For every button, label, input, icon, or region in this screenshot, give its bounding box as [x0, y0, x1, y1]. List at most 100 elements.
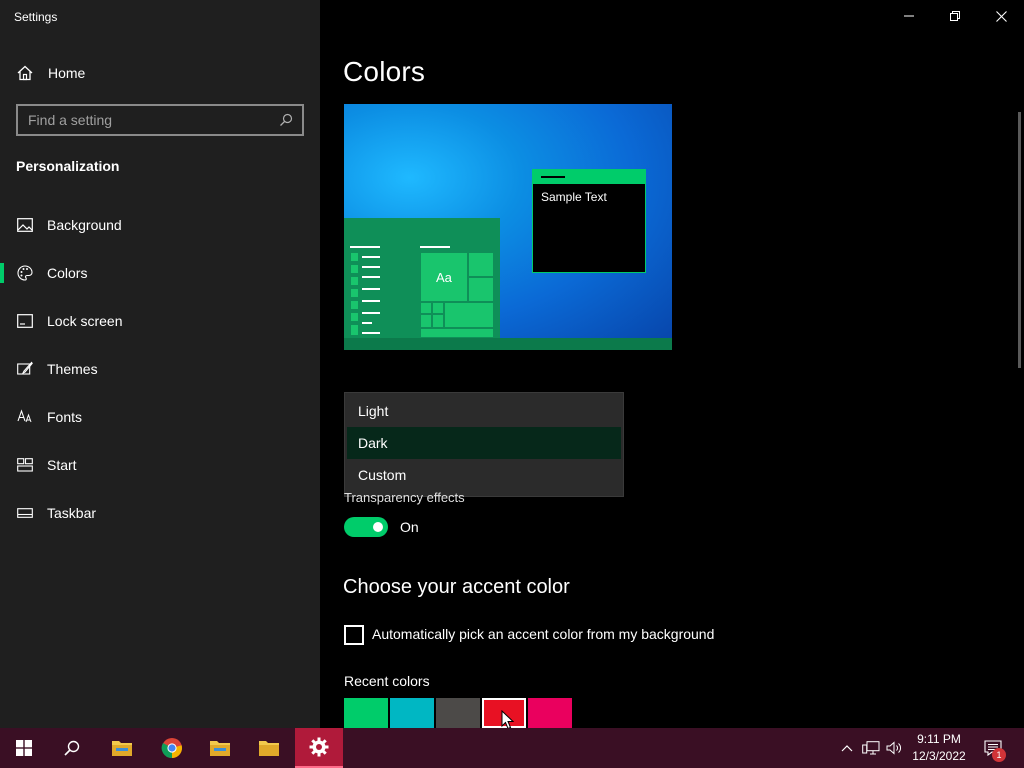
- close-icon: [995, 10, 1007, 22]
- preview-line: [362, 300, 380, 302]
- settings-icon: [309, 737, 329, 757]
- transparency-label: Transparency effects: [344, 490, 465, 505]
- action-center-button[interactable]: [978, 728, 1008, 768]
- minimize-icon: [904, 15, 914, 17]
- color-swatch[interactable]: [344, 698, 388, 728]
- preview-tile-text: Aa: [436, 270, 452, 285]
- home-label: Home: [48, 65, 86, 81]
- sidebar-item-start[interactable]: Start: [0, 441, 320, 489]
- sidebar-item-label: Fonts: [47, 409, 83, 425]
- preview-line: [362, 276, 380, 278]
- preview-tile: [350, 312, 359, 322]
- taskbar-file-explorer[interactable]: [196, 728, 244, 768]
- preview-tile: [468, 252, 494, 277]
- preview-line: [362, 312, 380, 314]
- color-swatch[interactable]: [436, 698, 480, 728]
- mouse-cursor-icon: [501, 710, 515, 730]
- sidebar-item-label: Lock screen: [47, 313, 123, 329]
- preview-tile: [468, 277, 494, 302]
- preview-tile: [350, 300, 359, 310]
- taskbar-file-explorer[interactable]: [98, 728, 146, 768]
- preview-sample-text: Sample Text: [541, 190, 607, 204]
- sidebar: Settings Home Personalization Background: [0, 0, 320, 728]
- accent-heading: Choose your accent color: [343, 576, 570, 598]
- preview-window-titlebar: [533, 170, 645, 184]
- search-icon[interactable]: [270, 106, 302, 134]
- transparency-toggle[interactable]: [344, 517, 388, 537]
- preview-window: Sample Text: [532, 169, 646, 273]
- dropdown-option-dark[interactable]: Dark: [347, 427, 621, 459]
- search-box[interactable]: [16, 104, 304, 136]
- sidebar-item-fonts[interactable]: Fonts: [0, 393, 320, 441]
- preview-line: [362, 266, 380, 268]
- font-icon: [16, 408, 34, 426]
- preview-tile: [420, 328, 494, 338]
- sidebar-item-label: Background: [47, 217, 122, 233]
- scrollbar[interactable]: [1018, 112, 1021, 368]
- restore-icon: [950, 11, 960, 21]
- show-hidden-icons-button[interactable]: [838, 728, 856, 768]
- file-explorer-icon: [210, 741, 230, 756]
- taskbar-chrome[interactable]: [148, 728, 196, 768]
- dropdown-option-light[interactable]: Light: [347, 395, 621, 427]
- preview-tile: [420, 302, 432, 314]
- dropdown-option-custom[interactable]: Custom: [347, 459, 621, 491]
- preview-tile: [420, 314, 432, 328]
- search-icon: [64, 740, 80, 756]
- sidebar-item-colors[interactable]: Colors: [0, 249, 320, 297]
- theme-preview: Aa Sample Text: [344, 104, 672, 350]
- preview-line: [350, 246, 380, 248]
- window-title: Settings: [14, 10, 58, 24]
- preview-tile: [350, 288, 359, 298]
- transparency-state: On: [400, 519, 419, 535]
- chrome-icon: [161, 738, 182, 759]
- preview-tile: [350, 264, 359, 274]
- color-swatch[interactable]: [390, 698, 434, 728]
- sidebar-item-taskbar[interactable]: Taskbar: [0, 489, 320, 537]
- sidebar-nav: Background Colors Lock screen Themes Fon…: [0, 201, 320, 537]
- home-nav-item[interactable]: Home: [0, 56, 320, 90]
- sidebar-item-lock-screen[interactable]: Lock screen: [0, 297, 320, 345]
- auto-accent-label[interactable]: Automatically pick an accent color from …: [372, 626, 714, 642]
- volume-icon: [886, 741, 901, 755]
- network-button[interactable]: [860, 728, 882, 768]
- sidebar-item-themes[interactable]: Themes: [0, 345, 320, 393]
- image-icon: [16, 216, 34, 234]
- search-input[interactable]: [18, 112, 270, 128]
- main-content: Colors Aa Sample Text Light Dark Custom …: [320, 0, 1024, 728]
- windows-icon: [16, 740, 32, 756]
- section-title: Personalization: [16, 158, 120, 174]
- sidebar-item-label: Taskbar: [47, 505, 97, 521]
- auto-accent-checkbox[interactable]: [344, 625, 364, 645]
- preview-tile: [444, 302, 494, 328]
- restore-button[interactable]: [932, 0, 978, 32]
- notification-badge: 1: [992, 748, 1006, 762]
- file-explorer-icon: [112, 741, 132, 756]
- preview-line: [362, 322, 372, 324]
- taskbar-search-button[interactable]: [48, 728, 96, 768]
- brush-icon: [16, 360, 34, 378]
- preview-tile: [432, 302, 444, 314]
- taskbar-clock[interactable]: 9:11 PM 12/3/2022: [906, 731, 972, 765]
- preview-line: [420, 246, 450, 248]
- close-button[interactable]: [978, 0, 1024, 32]
- page-title: Colors: [343, 56, 426, 87]
- volume-button[interactable]: [884, 728, 906, 768]
- palette-icon: [16, 264, 34, 282]
- home-icon: [17, 65, 33, 81]
- sidebar-item-label: Start: [47, 457, 77, 473]
- recent-colors: [344, 698, 572, 728]
- taskbar-settings[interactable]: [295, 728, 343, 768]
- clock-time: 9:11 PM: [917, 732, 961, 746]
- sidebar-item-background[interactable]: Background: [0, 201, 320, 249]
- preview-tile: [350, 252, 359, 262]
- sidebar-item-label: Themes: [47, 361, 98, 377]
- taskbar-file-explorer[interactable]: [245, 728, 293, 768]
- color-swatch[interactable]: [528, 698, 572, 728]
- preview-taskbar: [344, 338, 672, 350]
- lock-screen-icon: [16, 312, 34, 330]
- start-button[interactable]: [0, 728, 48, 768]
- minimize-button[interactable]: [886, 0, 932, 32]
- color-mode-dropdown[interactable]: Light Dark Custom: [344, 392, 624, 497]
- taskbar: 9:11 PM 12/3/2022: [0, 728, 1024, 768]
